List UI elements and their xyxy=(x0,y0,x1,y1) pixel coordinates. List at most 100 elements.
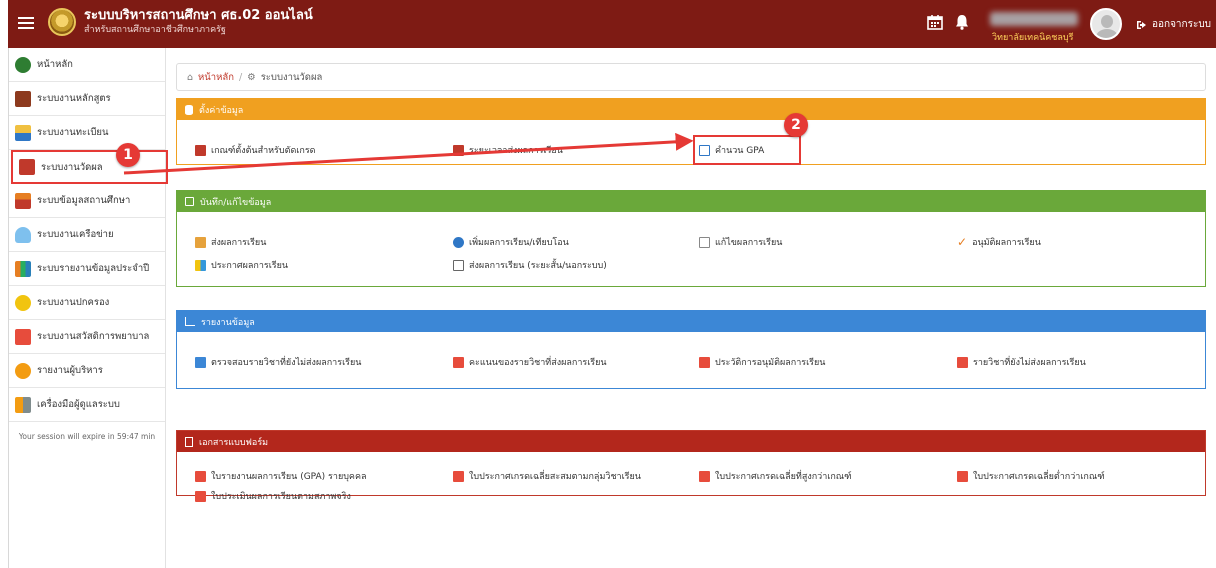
link-submit-results[interactable]: ส่งผลการเรียน xyxy=(195,235,266,249)
panel-reports: รายงานข้อมูล ตรวจสอบรายวิชาที่ยังไม่ส่งผ… xyxy=(176,310,1206,389)
link-unsubmitted-subjects[interactable]: รายวิชาที่ยังไม่ส่งผลการเรียน xyxy=(957,355,1086,369)
report-icon xyxy=(15,260,31,277)
list-icon xyxy=(453,144,464,156)
panel-forms-header: เอกสารแบบฟอร์ม xyxy=(177,431,1205,452)
pdf-icon xyxy=(957,356,968,368)
logout-icon xyxy=(1137,20,1146,29)
sidebar-item-label: รายงานผู้บริหาร xyxy=(37,365,103,376)
link-label: ใบประเมินผลการเรียนตามสภาพจริง xyxy=(211,492,351,502)
file-icon xyxy=(185,436,193,447)
link-label: ใบประกาศเกรดเฉลี่ยต่ำกว่าเกณฑ์ xyxy=(973,472,1105,482)
pdf-icon xyxy=(957,470,968,482)
link-approve-results[interactable]: ✓ อนุมัติผลการเรียน xyxy=(957,235,1041,249)
link-label: ประวัติการอนุมัติผลการเรียน xyxy=(715,358,826,368)
pdf-icon xyxy=(453,470,464,482)
sidebar-item-executive[interactable]: รายงานผู้บริหาร xyxy=(9,354,165,388)
logout-button[interactable]: ออกจากระบบ xyxy=(1136,17,1211,32)
top-header: ระบบบริหารสถานศึกษา ศธ.02 ออนไลน์ สำหรับ… xyxy=(8,0,1216,48)
link-label: เพิ่มผลการเรียน/เทียบโอน xyxy=(469,238,569,248)
sidebar-item-curriculum[interactable]: ระบบงานหลักสูตร xyxy=(9,82,165,116)
sidebar-item-label: เครื่องมือผู้ดูแลระบบ xyxy=(37,399,120,410)
panel-settings-header: ตั้งค่าข้อมูล xyxy=(177,99,1205,120)
link-label: ใบประกาศเกรดเฉลี่ยที่สูงกว่าเกณฑ์ xyxy=(715,472,852,482)
highlight-box-gpa xyxy=(693,135,801,165)
link-gpa-above[interactable]: ใบประกาศเกรดเฉลี่ยที่สูงกว่าเกณฑ์ xyxy=(699,469,852,483)
link-label: ใบรายงานผลการเรียน (GPA) รายบุคคล xyxy=(211,472,367,482)
link-label: อนุมัติผลการเรียน xyxy=(972,238,1041,248)
sidebar: หน้าหลัก ระบบงานหลักสูตร ระบบงานทะเบียน … xyxy=(8,48,168,568)
users-icon xyxy=(195,236,206,248)
pdf-icon xyxy=(453,356,464,368)
sidebar-item-admin-tools[interactable]: เครื่องมือผู้ดูแลระบบ xyxy=(9,388,165,422)
sidebar-item-measurement[interactable]: ระบบงานวัดผล xyxy=(11,150,168,184)
pdf-icon xyxy=(699,356,710,368)
breadcrumb: ⌂ หน้าหลัก / ⚙ ระบบงานวัดผล xyxy=(176,63,1206,91)
app-subtitle: สำหรับสถานศึกษาอาชีวศึกษาภาครัฐ xyxy=(84,25,226,35)
link-label: ส่งผลการเรียน (ระยะสั้น/นอกระบบ) xyxy=(469,261,607,271)
user-name-blurred xyxy=(990,12,1078,26)
menu-toggle-icon[interactable] xyxy=(16,14,36,34)
panel-title: บันทึก/แก้ไขข้อมูล xyxy=(200,197,272,208)
calendar-icon[interactable] xyxy=(926,13,944,31)
panel-forms: เอกสารแบบฟอร์ม ใบรายงานผลการเรียน (GPA) … xyxy=(176,430,1206,502)
link-label: ตรวจสอบรายวิชาที่ยังไม่ส่งผลการเรียน xyxy=(211,358,362,368)
link-submission-period[interactable]: ระยะเวลาส่งผลการเรียน xyxy=(453,143,563,157)
sidebar-item-label: ระบบข้อมูลสถานศึกษา xyxy=(37,195,131,206)
sidebar-item-home[interactable]: หน้าหลัก xyxy=(9,48,165,82)
user-add-icon xyxy=(453,236,464,248)
link-grade-criteria[interactable]: เกณฑ์ตั้งต้นสำหรับตัดเกรด xyxy=(195,143,316,157)
logout-label: ออกจากระบบ xyxy=(1152,19,1212,30)
user-org-name: วิทยาลัยเทคนิคชลบุรี xyxy=(992,33,1074,43)
breadcrumb-separator: / xyxy=(238,71,243,83)
link-gpa-below[interactable]: ใบประกาศเกรดเฉลี่ยต่ำกว่าเกณฑ์ xyxy=(957,469,1105,483)
sidebar-item-label: ระบบงานสวัสดิการพยาบาล xyxy=(37,331,150,342)
link-label: รายวิชาที่ยังไม่ส่งผลการเรียน xyxy=(973,358,1086,368)
link-authentic-assessment[interactable]: ใบประเมินผลการเรียนตามสภาพจริง xyxy=(195,489,351,503)
panel-settings: ตั้งค่าข้อมูล เกณฑ์ตั้งต้นสำหรับตัดเกรด … xyxy=(176,98,1206,165)
cloud-icon xyxy=(15,226,31,243)
panel-record: บันทึก/แก้ไขข้อมูล ส่งผลการเรียน เพิ่มผล… xyxy=(176,190,1206,287)
pdf-icon xyxy=(699,470,710,482)
sidebar-item-label: ระบบรายงานข้อมูลประจำปี xyxy=(37,263,150,274)
table-icon xyxy=(195,356,206,368)
logo-icon xyxy=(48,8,76,36)
bar-chart-icon xyxy=(185,317,195,326)
link-gpa-by-group[interactable]: ใบประกาศเกรดเฉลี่ยสะสมตามกลุ่มวิชาเรียน xyxy=(453,469,641,483)
link-label: ประกาศผลการเรียน xyxy=(211,261,289,271)
school-icon xyxy=(15,192,31,209)
breadcrumb-current: ระบบงานวัดผล xyxy=(260,71,323,83)
bell-icon[interactable] xyxy=(953,13,971,31)
session-timer: Your session will expire in 59:47 min xyxy=(18,432,156,441)
panel-record-header: บันทึก/แก้ไขข้อมูล xyxy=(177,191,1205,212)
floppy-icon xyxy=(185,197,194,206)
link-approval-history[interactable]: ประวัติการอนุมัติผลการเรียน xyxy=(699,355,825,369)
sidebar-item-school-info[interactable]: ระบบข้อมูลสถานศึกษา xyxy=(9,184,165,218)
pdf-icon xyxy=(195,490,206,502)
link-submit-short-course[interactable]: ส่งผลการเรียน (ระยะสั้น/นอกระบบ) xyxy=(453,258,607,272)
dashboard-icon xyxy=(15,56,31,73)
sidebar-item-network[interactable]: ระบบงานเครือข่าย xyxy=(9,218,165,252)
sidebar-item-annual-report[interactable]: ระบบรายงานข้อมูลประจำปี xyxy=(9,252,165,286)
step-marker-2: 2 xyxy=(784,113,808,137)
person-icon xyxy=(15,294,31,311)
sidebar-item-nursing[interactable]: ระบบงานสวัสดิการพยาบาล xyxy=(9,320,165,354)
breadcrumb-home-link[interactable]: หน้าหลัก xyxy=(198,70,234,85)
students-icon xyxy=(15,124,31,141)
link-gpa-report[interactable]: ใบรายงานผลการเรียน (GPA) รายบุคคล xyxy=(195,469,367,483)
step-marker-1: 1 xyxy=(116,143,140,167)
link-add-results[interactable]: เพิ่มผลการเรียน/เทียบโอน xyxy=(453,235,569,249)
book-icon xyxy=(15,90,31,107)
link-submitted-scores[interactable]: คะแนนของรายวิชาที่ส่งผลการเรียน xyxy=(453,355,607,369)
panel-title: ตั้งค่าข้อมูล xyxy=(199,105,244,116)
sidebar-item-discipline[interactable]: ระบบงานปกครอง xyxy=(9,286,165,320)
link-check-unsubmitted[interactable]: ตรวจสอบรายวิชาที่ยังไม่ส่งผลการเรียน xyxy=(195,355,361,369)
avatar[interactable] xyxy=(1090,8,1122,40)
first-aid-icon xyxy=(15,328,31,345)
link-label: ส่งผลการเรียน xyxy=(211,238,267,248)
link-announce-results[interactable]: ประกาศผลการเรียน xyxy=(195,258,288,272)
sidebar-item-label: ระบบงานเครือข่าย xyxy=(37,229,114,240)
link-edit-results[interactable]: แก้ไขผลการเรียน xyxy=(699,235,782,249)
chart-icon xyxy=(195,259,206,271)
calculator-icon xyxy=(195,144,206,156)
sidebar-item-registration[interactable]: ระบบงานทะเบียน xyxy=(9,116,165,150)
